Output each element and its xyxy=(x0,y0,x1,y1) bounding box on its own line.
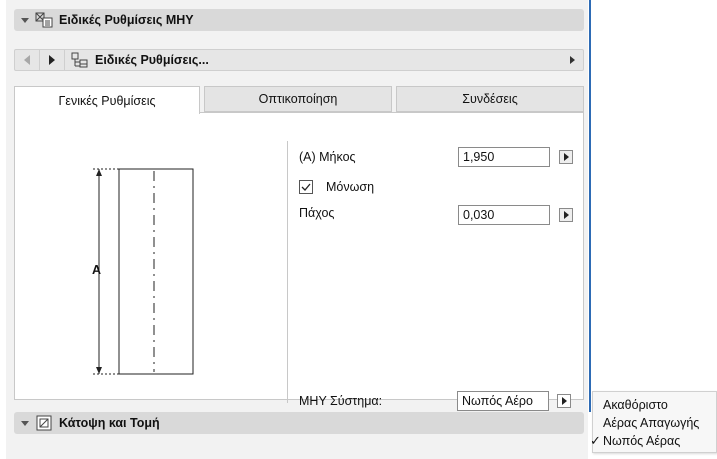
settings-tree-icon xyxy=(71,52,88,68)
dropdown-item-label: Αέρας Απαγωγής xyxy=(603,416,700,430)
tab-general-settings[interactable]: Γενικές Ρυθμίσεις xyxy=(14,86,200,114)
settings-navbar: Ειδικές Ρυθμίσεις... xyxy=(14,49,584,71)
tab-visualization[interactable]: Οπτικοποίηση xyxy=(204,86,392,112)
system-dropdown-button[interactable] xyxy=(557,394,571,408)
length-input[interactable]: 1,950 xyxy=(458,147,550,167)
panel-edge-line xyxy=(589,0,591,412)
system-dropdown-menu: Ακαθόριστο Αέρας Απαγωγής ✓ Νωπός Αέρας xyxy=(590,391,717,453)
dropdown-item-exhaust-air[interactable]: Αέρας Απαγωγής xyxy=(603,416,699,430)
collapse-triangle-icon[interactable] xyxy=(21,17,29,23)
dimension-label-a: A xyxy=(92,263,102,277)
thickness-label: Πάχος xyxy=(299,206,335,220)
thickness-arrow-button[interactable] xyxy=(559,208,573,222)
system-label: ΜΗΥ Σύστημα: xyxy=(299,394,383,408)
checkmark-icon xyxy=(301,183,311,191)
insulation-checkbox[interactable] xyxy=(299,180,313,194)
section-header-plan-section[interactable]: Κάτοψη και Τομή xyxy=(14,412,584,434)
dropdown-item-label: Ακαθόριστο xyxy=(603,398,668,412)
right-arrow-icon xyxy=(561,397,567,405)
section-header-hvac-settings[interactable]: Ειδικές Ρυθμίσεις ΜΗΥ xyxy=(14,9,584,31)
dropdown-item-label: Νωπός Αέρας xyxy=(603,434,681,448)
system-select[interactable]: Νωπός Αέρο xyxy=(457,391,549,411)
dropdown-item-fresh-air[interactable]: Νωπός Αέρας xyxy=(603,434,680,448)
navbar-label[interactable]: Ειδικές Ρυθμίσεις... xyxy=(95,53,570,67)
navbar-menu-arrow-icon[interactable] xyxy=(570,56,575,64)
section-title: Κάτοψη και Τομή xyxy=(59,416,160,430)
tab-connections[interactable]: Συνδέσεις xyxy=(396,86,584,112)
next-page-button[interactable] xyxy=(40,50,65,70)
collapse-triangle-icon[interactable] xyxy=(21,420,29,426)
selected-check-icon: ✓ xyxy=(590,433,601,448)
length-label: (A) Μήκος xyxy=(299,150,356,164)
right-arrow-icon xyxy=(563,211,569,219)
tab-bar: Γενικές Ρυθμίσεις Οπτικοποίηση Συνδέσεις xyxy=(14,86,584,114)
tab-content: A (A) Μήκος 1,950 Μόνωση Πάχος 0,030 ΜΗΥ… xyxy=(14,112,584,408)
left-arrow-icon xyxy=(24,55,30,65)
plan-section-icon xyxy=(36,415,52,431)
length-arrow-button[interactable] xyxy=(559,150,573,164)
dropdown-item-undefined[interactable]: Ακαθόριστο xyxy=(603,398,668,412)
tab-label: Οπτικοποίηση xyxy=(258,92,338,106)
right-arrow-icon xyxy=(563,153,569,161)
prev-page-button[interactable] xyxy=(15,50,40,70)
hvac-settings-icon xyxy=(35,12,53,28)
section-title: Ειδικές Ρυθμίσεις ΜΗΥ xyxy=(59,13,194,27)
insulation-label: Μόνωση xyxy=(326,180,375,194)
tab-label: Γενικές Ρυθμίσεις xyxy=(58,93,156,108)
thickness-input[interactable]: 0,030 xyxy=(458,205,550,225)
right-arrow-icon xyxy=(49,55,55,65)
content-divider xyxy=(287,141,288,403)
tab-label: Συνδέσεις xyxy=(462,92,518,106)
